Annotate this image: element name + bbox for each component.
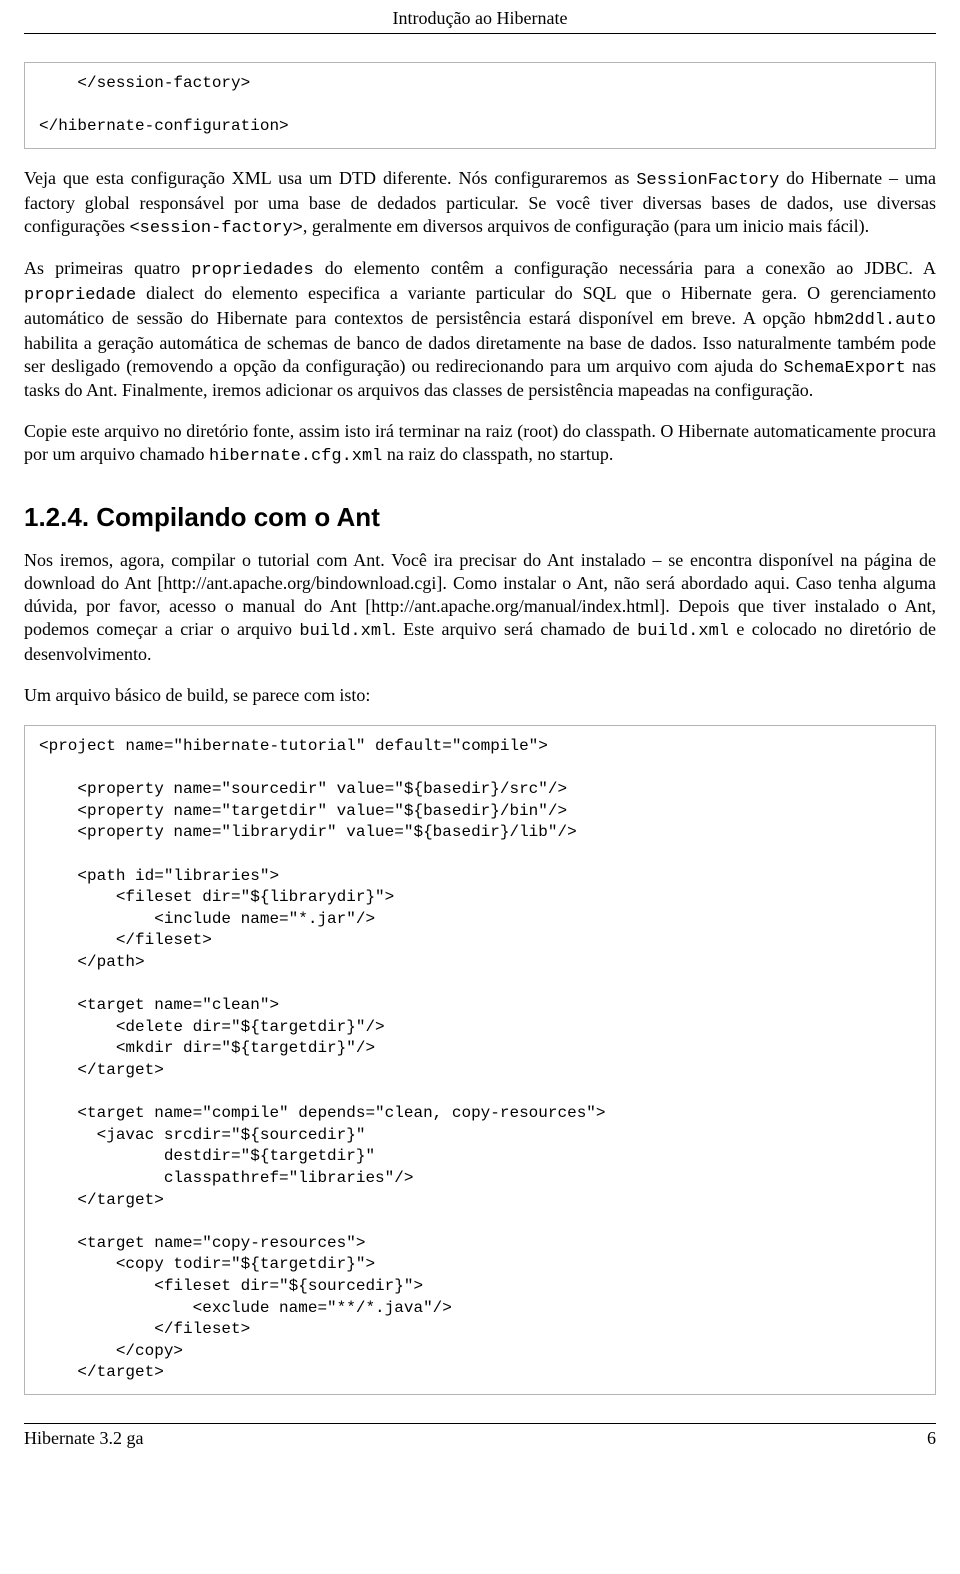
text: na raiz do classpath, no startup. bbox=[382, 444, 613, 464]
footer-left: Hibernate 3.2 ga bbox=[24, 1428, 143, 1449]
inline-code-sessionfactory: SessionFactory bbox=[636, 171, 779, 190]
inline-code-build-xml-2: build.xml bbox=[637, 622, 729, 641]
paragraph-build-intro: Um arquivo básico de build, se parece co… bbox=[24, 684, 936, 707]
header-rule bbox=[24, 33, 936, 34]
inline-code-propriedades: propriedades bbox=[191, 261, 313, 280]
paragraph-properties: As primeiras quatro propriedades do elem… bbox=[24, 257, 936, 402]
inline-code-schemaexport: SchemaExport bbox=[783, 359, 905, 378]
inline-code-hibernate-cfg: hibernate.cfg.xml bbox=[209, 447, 382, 466]
paragraph-copy-file: Copie este arquivo no diretório fonte, a… bbox=[24, 420, 936, 468]
footer-rule bbox=[24, 1423, 936, 1424]
paragraph-config-xml: Veja que esta configuração XML usa um DT… bbox=[24, 167, 936, 240]
code-block-ant-build: <project name="hibernate-tutorial" defau… bbox=[24, 725, 936, 1395]
code-block-session-factory-close: </session-factory> </hibernate-configura… bbox=[24, 62, 936, 149]
inline-code-hbm2ddl: hbm2ddl.auto bbox=[814, 311, 936, 330]
inline-code-session-factory-tag: <session-factory> bbox=[129, 219, 302, 238]
text: do elemento contêm a configuração necess… bbox=[314, 258, 936, 278]
page-footer: Hibernate 3.2 ga 6 bbox=[24, 1428, 936, 1455]
text: , geralmente em diversos arquivos de con… bbox=[303, 216, 869, 236]
inline-code-build-xml: build.xml bbox=[299, 622, 391, 641]
page-header-title: Introdução ao Hibernate bbox=[24, 0, 936, 33]
text: . Este arquivo será chamado de bbox=[391, 619, 637, 639]
section-title-compilando-ant: 1.2.4. Compilando com o Ant bbox=[24, 502, 936, 533]
inline-code-propriedade: propriedade bbox=[24, 286, 136, 305]
text: dialect do elemento especifica a variant… bbox=[24, 283, 936, 328]
text: Veja que esta configuração XML usa um DT… bbox=[24, 168, 636, 188]
paragraph-compile-ant: Nos iremos, agora, compilar o tutorial c… bbox=[24, 549, 936, 666]
text: As primeiras quatro bbox=[24, 258, 191, 278]
footer-page-number: 6 bbox=[927, 1428, 936, 1449]
